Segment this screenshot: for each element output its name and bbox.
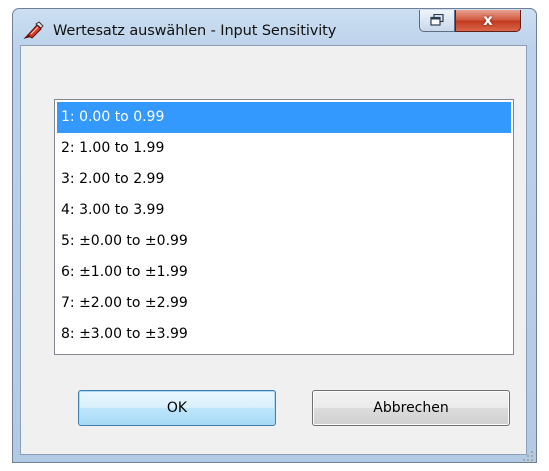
list-item-6[interactable]: 6: ±1.00 to ±1.99 bbox=[57, 257, 511, 288]
list-item-4[interactable]: 4: 3.00 to 3.99 bbox=[57, 195, 511, 226]
ok-button[interactable]: OK bbox=[78, 390, 276, 426]
restore-icon bbox=[430, 11, 444, 30]
list-item-2[interactable]: 2: 1.00 to 1.99 bbox=[57, 133, 511, 164]
list-item-7[interactable]: 7: ±2.00 to ±2.99 bbox=[57, 288, 511, 319]
list-item-1[interactable]: 1: 0.00 to 0.99 bbox=[57, 102, 511, 133]
app-icon bbox=[23, 21, 45, 41]
list-item-3[interactable]: 3: 2.00 to 2.99 bbox=[57, 164, 511, 195]
cancel-button[interactable]: Abbrechen bbox=[312, 390, 510, 426]
close-icon: x bbox=[483, 11, 493, 29]
list-item-8[interactable]: 8: ±3.00 to ±3.99 bbox=[57, 319, 511, 350]
restore-button[interactable] bbox=[419, 10, 455, 32]
title-bar[interactable]: Wertesatz auswählen - Input Sensitivity … bbox=[13, 9, 536, 47]
list-item-5[interactable]: 5: ±0.00 to ±0.99 bbox=[57, 226, 511, 257]
resize-grip-icon[interactable] bbox=[521, 448, 535, 462]
value-set-listbox[interactable]: 1: 0.00 to 0.99 2: 1.00 to 1.99 3: 2.00 … bbox=[54, 99, 514, 355]
close-button[interactable]: x bbox=[455, 10, 521, 32]
window-title: Wertesatz auswählen - Input Sensitivity bbox=[53, 23, 337, 39]
